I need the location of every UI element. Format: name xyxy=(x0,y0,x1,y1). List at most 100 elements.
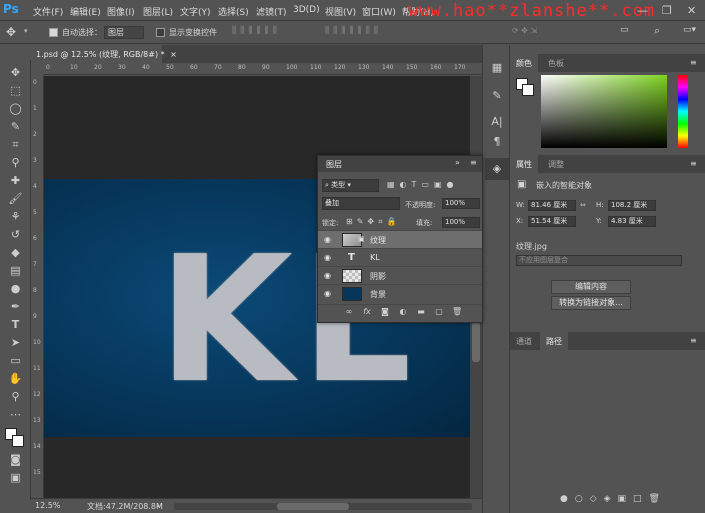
layer-row-background[interactable]: ◉ 背景 xyxy=(318,284,482,302)
tab-swatches[interactable]: 色板 xyxy=(542,54,570,72)
color-bg-swatch[interactable] xyxy=(522,84,534,96)
paths-panel-footer-icons[interactable]: ●○◇◈▣□🗑 xyxy=(560,494,700,506)
background-color-swatch[interactable] xyxy=(12,435,24,447)
tab-adjustments[interactable]: 调整 xyxy=(542,155,570,173)
delete-layer-icon[interactable]: 🗑 xyxy=(452,307,462,317)
close-window-button[interactable]: ✕ xyxy=(687,4,696,17)
tab-channels[interactable]: 通道 xyxy=(510,332,538,350)
tab-color[interactable]: 颜色 xyxy=(510,54,538,72)
panel-menu-icon[interactable]: ≡ xyxy=(470,158,477,167)
menu-view[interactable]: 视图(V) xyxy=(325,5,356,18)
convert-to-linked-button[interactable]: 转换为链接对象... xyxy=(551,296,631,310)
layer-row-text[interactable]: ◉ T KL xyxy=(318,248,482,266)
vertical-scroll-thumb[interactable] xyxy=(472,322,480,362)
visibility-eye-icon[interactable]: ◉ xyxy=(324,235,334,244)
path-select-tool-icon[interactable]: ➤ xyxy=(8,335,23,350)
brush-tool-icon[interactable]: 🖌 xyxy=(8,191,23,206)
layers-stack-icon[interactable]: ◈ xyxy=(490,162,504,176)
document-tab-close-icon[interactable]: × xyxy=(170,50,177,59)
crop-tool-icon[interactable]: ⌗ xyxy=(8,137,23,152)
brush-settings-icon[interactable]: ✎ xyxy=(490,89,504,103)
opacity-field[interactable]: 100% xyxy=(442,198,480,209)
adjustment-layer-icon[interactable]: ◐ xyxy=(398,307,408,317)
y-field[interactable]: 4.83 厘米 xyxy=(608,216,656,227)
menu-select[interactable]: 选择(S) xyxy=(218,5,249,18)
tab-properties[interactable]: 属性 xyxy=(510,155,538,173)
document-tab[interactable]: 1.psd @ 12.5% (纹理, RGB/8#) * × xyxy=(30,45,177,63)
restore-button[interactable]: ❐ xyxy=(662,4,672,17)
layer-row-shadow[interactable]: ◉ 阴影 xyxy=(318,266,482,284)
x-field[interactable]: 51.54 厘米 xyxy=(528,216,576,227)
healing-brush-tool-icon[interactable]: ✚ xyxy=(8,173,23,188)
panel-menu-icon[interactable]: ≡ xyxy=(690,159,697,168)
quick-select-tool-icon[interactable]: ✎ xyxy=(8,119,23,134)
new-group-icon[interactable]: ▬ xyxy=(416,307,426,317)
fill-field[interactable]: 100% xyxy=(442,217,480,228)
visibility-eye-icon[interactable]: ◉ xyxy=(324,271,334,280)
minimize-button[interactable]: — xyxy=(637,4,648,17)
menu-edit[interactable]: 编辑(E) xyxy=(70,5,101,18)
height-field[interactable]: 108.2 厘米 xyxy=(608,200,656,211)
width-field[interactable]: 81.46 厘米 xyxy=(528,200,576,211)
link-icon[interactable]: ⇔ xyxy=(580,201,586,209)
layer-filter-select[interactable]: ⌕ 类型 ▾ xyxy=(322,179,379,192)
blend-mode-select[interactable]: 叠加 xyxy=(322,197,400,210)
type-tool-icon[interactable]: T xyxy=(8,317,23,332)
document-info[interactable]: 文档:47.2M/208.8M xyxy=(87,501,163,512)
horizontal-scroll-thumb[interactable] xyxy=(277,503,349,510)
auto-select-dropdown[interactable]: 图层 xyxy=(104,26,144,39)
fx-icon[interactable]: fx xyxy=(362,307,372,317)
character-panel-icon[interactable]: A| xyxy=(490,115,504,129)
status-arrow-icon[interactable]: ▸ xyxy=(157,502,161,510)
move-tool-icon[interactable]: ✥ xyxy=(8,65,23,80)
menu-window[interactable]: 窗口(W) xyxy=(362,5,396,18)
menu-image[interactable]: 图像(I) xyxy=(107,5,135,18)
zoom-level[interactable]: 12.5% xyxy=(35,501,60,510)
panel-menu-icon[interactable]: ≡ xyxy=(690,336,697,345)
align-icons[interactable]: ⫼⫼⫼⫼⫼⫼ xyxy=(232,26,322,38)
quick-mask-icon[interactable]: ◙ xyxy=(8,452,23,467)
distribute-icons[interactable]: ⫼⫼⫼⫼⫼⫼⫼ xyxy=(325,26,435,38)
eraser-tool-icon[interactable]: ◆ xyxy=(8,245,23,260)
shape-tool-icon[interactable]: ▭ xyxy=(8,353,23,368)
color-picker-field[interactable] xyxy=(541,75,667,148)
panel-menu-icon[interactable]: ≡ xyxy=(690,58,697,67)
menu-file[interactable]: 文件(F) xyxy=(33,5,63,18)
workspace-switcher-icon[interactable]: ▭▾ xyxy=(683,25,696,35)
auto-select-checkbox[interactable] xyxy=(49,28,58,37)
new-layer-icon[interactable]: ▢ xyxy=(434,307,444,317)
layer-filter-icons[interactable]: ▦◐T▭▣● xyxy=(387,180,477,191)
history-brush-tool-icon[interactable]: ↺ xyxy=(8,227,23,242)
add-mask-icon[interactable]: ◙ xyxy=(380,307,390,317)
marquee-tool-icon[interactable]: ⬚ xyxy=(8,83,23,98)
dodge-tool-icon[interactable]: ● xyxy=(8,281,23,296)
screen-mode-icon[interactable]: ▣ xyxy=(8,470,23,485)
link-layers-icon[interactable]: ∞ xyxy=(344,307,354,317)
move-tool-icon[interactable]: ✥ xyxy=(6,25,16,39)
workspace-icon[interactable]: ▭ xyxy=(620,25,629,35)
visibility-eye-icon[interactable]: ◉ xyxy=(324,253,334,262)
tool-preset-chevron-icon[interactable]: ▾ xyxy=(24,27,28,35)
menu-filter[interactable]: 滤镜(T) xyxy=(256,5,287,18)
edit-contents-button[interactable]: 编辑内容 xyxy=(551,280,631,294)
paragraph-panel-icon[interactable]: ¶ xyxy=(490,135,504,149)
hand-tool-icon[interactable]: ✋ xyxy=(8,371,23,386)
menu-layer[interactable]: 图层(L) xyxy=(143,5,173,18)
layer-row-texture[interactable]: ◉ ▣ 纹理 xyxy=(318,230,482,248)
more-tools-icon[interactable]: ⋯ xyxy=(8,407,23,422)
lock-icons[interactable]: ⊞✎✥⌗🔒 xyxy=(346,217,408,227)
pen-tool-icon[interactable]: ✒ xyxy=(8,299,23,314)
tab-paths[interactable]: 路径 xyxy=(540,332,568,350)
eyedropper-tool-icon[interactable]: ⚲ xyxy=(8,155,23,170)
zoom-tool-icon[interactable]: ⚲ xyxy=(8,389,23,404)
menu-type[interactable]: 文字(Y) xyxy=(180,5,211,18)
hue-slider[interactable] xyxy=(678,75,688,148)
lasso-tool-icon[interactable]: ◯ xyxy=(8,101,23,116)
3d-mode-icons[interactable]: ⟳ ✥ ⇲ xyxy=(512,26,552,38)
visibility-eye-icon[interactable]: ◉ xyxy=(324,289,334,298)
collapse-icon[interactable]: » xyxy=(455,158,460,167)
search-icon[interactable]: ⌕ xyxy=(654,24,660,38)
gradient-tool-icon[interactable]: ▤ xyxy=(8,263,23,278)
menu-3d[interactable]: 3D(D) xyxy=(293,5,320,15)
clone-stamp-tool-icon[interactable]: ⚘ xyxy=(8,209,23,224)
